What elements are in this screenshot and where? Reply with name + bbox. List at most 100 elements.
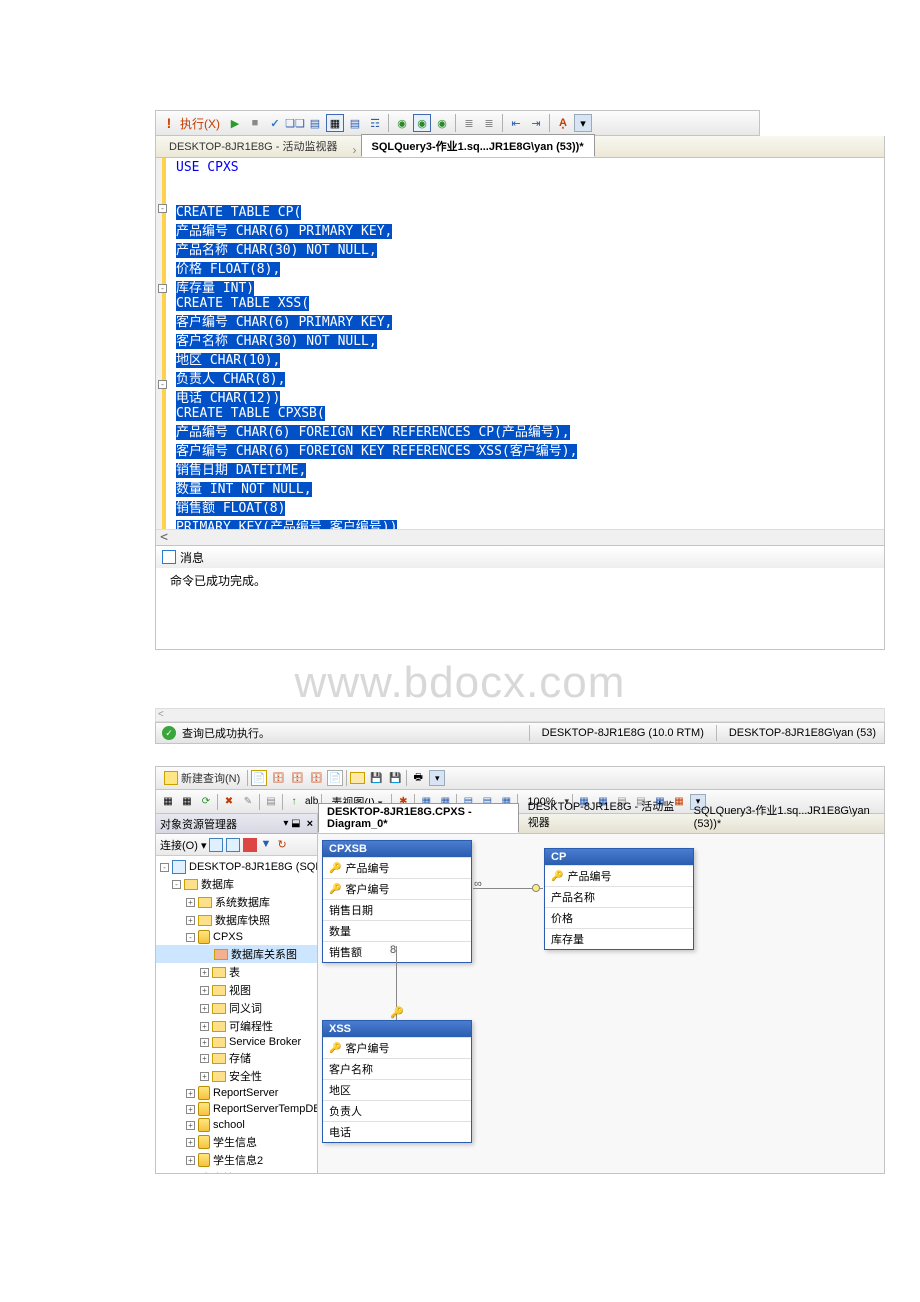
tb-icon[interactable]: ▦	[160, 794, 176, 810]
fold-icon[interactable]: -	[158, 284, 167, 293]
play-icon[interactable]: ▶	[226, 114, 244, 132]
outdent-icon[interactable]: ≣	[480, 114, 498, 132]
expand-icon[interactable]: +	[200, 1022, 209, 1031]
tool-icon[interactable]	[209, 838, 223, 852]
tab-activity-monitor[interactable]: DESKTOP-8JR1E8G - 活动监视器	[158, 134, 349, 157]
fold-icon[interactable]: -	[158, 380, 167, 389]
check-icon[interactable]: ✓	[266, 114, 284, 132]
tb-icon[interactable]: ↑	[286, 794, 302, 810]
tree-node[interactable]: 系统数据库	[215, 894, 270, 910]
expand-icon[interactable]: +	[200, 968, 209, 977]
tree-node[interactable]: 安全性	[201, 1170, 234, 1173]
tree-node[interactable]: Service Broker	[229, 1036, 301, 1048]
tree-node[interactable]: 数据库关系图	[231, 946, 297, 962]
expand-icon[interactable]: +	[200, 1038, 209, 1047]
tree-node[interactable]: 数据库	[201, 876, 234, 892]
tree-node[interactable]: 学生信息	[213, 1134, 257, 1150]
tb-icon[interactable]: ⟳	[198, 794, 214, 810]
column: 产品编号	[567, 868, 611, 884]
execute-button[interactable]: 执行(X)	[180, 115, 220, 132]
indent2-icon[interactable]: ⇥	[527, 114, 545, 132]
expand-icon[interactable]: +	[186, 1156, 195, 1165]
expand-icon[interactable]: -	[172, 880, 181, 889]
outline-icon[interactable]: ▤	[306, 114, 324, 132]
expand-icon[interactable]: +	[200, 986, 209, 995]
expand-icon[interactable]: +	[186, 916, 195, 925]
tree-node[interactable]: 可编程性	[229, 1018, 273, 1034]
new-icon[interactable]: 📄	[251, 770, 267, 786]
new-query-button[interactable]: 新建查询(N)	[160, 769, 244, 787]
close-icon[interactable]: ×	[307, 818, 313, 830]
table-cpxsb[interactable]: CPXSB 🔑产品编号 🔑客户编号 销售日期 数量 销售额	[322, 840, 472, 963]
tool-icon-c[interactable]: ◉	[433, 114, 451, 132]
thin-scrollbar[interactable]: <	[155, 708, 885, 722]
tb-icon[interactable]: ▦	[179, 794, 195, 810]
tree-node[interactable]: 学生信息2	[213, 1152, 263, 1168]
results-grid-icon[interactable]: ▦	[326, 114, 344, 132]
expand-icon[interactable]: +	[200, 1072, 209, 1081]
expand-icon[interactable]: -	[160, 863, 169, 872]
filter-icon[interactable]: ▼	[260, 838, 274, 852]
diagram-canvas[interactable]: CPXSB 🔑产品编号 🔑客户编号 销售日期 数量 销售额 CP 🔑产品编号 产…	[318, 834, 884, 1173]
expand-icon[interactable]: +	[200, 1054, 209, 1063]
db-icon-a[interactable]: 🗄	[270, 770, 286, 786]
tab-diagram[interactable]: DESKTOP-8JR1E8G.CPXS - Diagram_0*	[318, 803, 519, 833]
db-icon-c[interactable]: 🗄	[308, 770, 324, 786]
tool-icon-a[interactable]: ◉	[393, 114, 411, 132]
debug-icon[interactable]: ❏❏	[286, 114, 304, 132]
sql-editor[interactable]: - - - USE CPXS CREATE TABLE CP( 产品编号 CHA…	[155, 158, 885, 546]
comment-icon[interactable]: ☶	[366, 114, 384, 132]
tree-node[interactable]: 数据库快照	[215, 912, 270, 928]
tree-node-cpxs[interactable]: CPXS	[213, 931, 243, 943]
tree-node[interactable]: 表	[229, 964, 240, 980]
ab-icon[interactable]: A͓	[554, 114, 572, 132]
db-icon-b[interactable]: 🗄	[289, 770, 305, 786]
fold-icon[interactable]: -	[158, 204, 167, 213]
tb-icon[interactable]: ▤	[263, 794, 279, 810]
tab-sqlquery[interactable]: SQLQuery3-作业1.sq...JR1E8G\yan (53))*	[361, 134, 595, 157]
tree-node[interactable]: 存储	[229, 1050, 251, 1066]
expand-icon[interactable]: -	[186, 933, 195, 942]
expand-icon[interactable]: +	[186, 1089, 195, 1098]
expand-icon[interactable]: +	[186, 1121, 195, 1130]
tree-node[interactable]: ReportServer	[213, 1087, 278, 1099]
tree-node-server[interactable]: DESKTOP-8JR1E8G (SQL Serv	[189, 861, 317, 873]
tb-icon[interactable]: ✎	[240, 794, 256, 810]
tree-node[interactable]: 同义词	[229, 1000, 262, 1016]
tab-query[interactable]: SQLQuery3-作业1.sq...JR1E8G\yan (53))*	[685, 799, 884, 833]
saveall-icon[interactable]: 💾	[387, 770, 403, 786]
table-xss[interactable]: XSS 🔑客户编号 客户名称 地区 负责人 电话	[322, 1020, 472, 1143]
tool-icon[interactable]	[226, 838, 240, 852]
expand-icon[interactable]: +	[200, 1004, 209, 1013]
messages-label: 消息	[180, 549, 204, 566]
expand-icon[interactable]: +	[186, 1105, 195, 1114]
tab-activity[interactable]: DESKTOP-8JR1E8G - 活动监视器	[519, 795, 685, 833]
refresh-icon[interactable]: ↻	[277, 838, 291, 852]
indent-icon[interactable]: ≣	[460, 114, 478, 132]
print-icon[interactable]: 🖶	[410, 770, 426, 786]
tree-node[interactable]: 视图	[229, 982, 251, 998]
save-icon[interactable]: 💾	[368, 770, 384, 786]
messages-tab[interactable]: 消息	[156, 546, 884, 568]
doc-icon[interactable]: 📄	[327, 770, 343, 786]
table-cp[interactable]: CP 🔑产品编号 产品名称 价格 库存量	[544, 848, 694, 950]
expand-icon[interactable]: +	[186, 1138, 195, 1147]
tree-node[interactable]: school	[213, 1119, 245, 1131]
stop-icon[interactable]	[243, 838, 257, 852]
dedent-icon[interactable]: ⇤	[507, 114, 525, 132]
tool-icon-b[interactable]: ◉	[413, 114, 431, 132]
stop-icon[interactable]: ■	[246, 114, 264, 132]
object-tree[interactable]: -DESKTOP-8JR1E8G (SQL Serv -数据库 +系统数据库 +…	[156, 856, 317, 1173]
overflow-icon[interactable]: ▾	[429, 770, 445, 786]
h-scrollbar[interactable]: <	[156, 529, 884, 545]
open-icon[interactable]	[350, 772, 365, 784]
folder-icon	[184, 1173, 198, 1174]
tree-node[interactable]: 安全性	[229, 1068, 262, 1084]
overflow-icon[interactable]: ▾	[574, 114, 592, 132]
expand-icon[interactable]: +	[186, 898, 195, 907]
pin-icon[interactable]: ▾ ⬓	[283, 818, 300, 829]
connect-dropdown[interactable]: 连接(O)	[160, 837, 206, 853]
tb-icon[interactable]: ✖	[221, 794, 237, 810]
tree-node[interactable]: ReportServerTempDB	[213, 1103, 317, 1115]
results-text-icon[interactable]: ▤	[346, 114, 364, 132]
